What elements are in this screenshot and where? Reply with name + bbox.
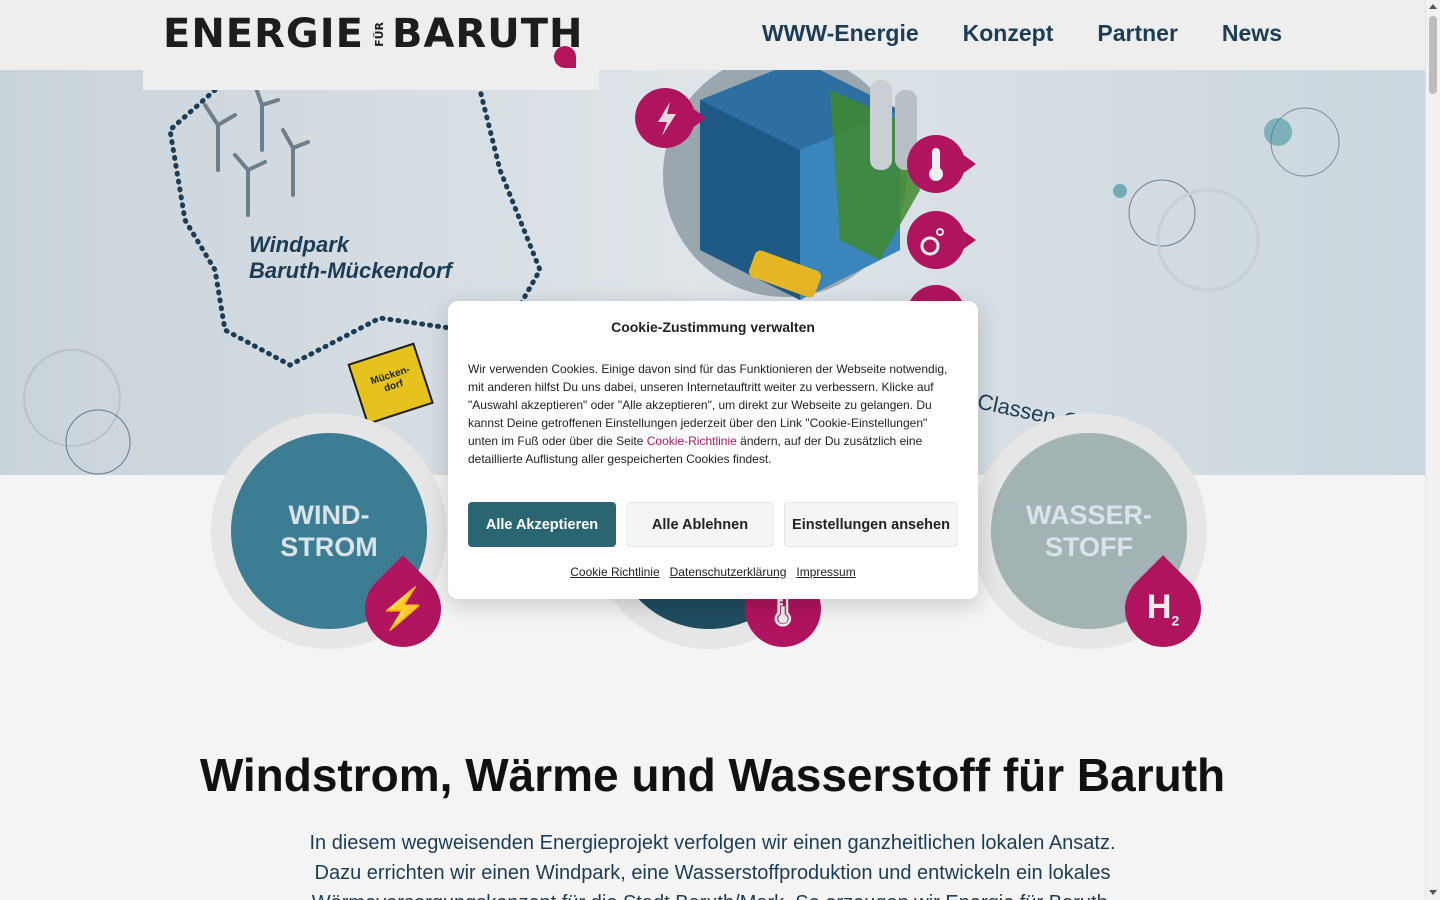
cookie-policy-inline-link[interactable]: Cookie-Richtlinie [647, 434, 737, 448]
windpark-label: Windpark Baruth-Mückendorf [249, 232, 452, 285]
scroll-up-arrow-icon[interactable] [1429, 4, 1437, 9]
logo-word-baruth: BARUTH [391, 11, 584, 57]
cookie-consent-dialog: Cookie-Zustimmung verwalten Wir verwende… [448, 301, 978, 599]
page-headline: Windstrom, Wärme und Wasserstoff für Bar… [199, 749, 1226, 801]
main-nav: WWW-Energie Konzept Partner News [762, 20, 1282, 47]
nav-item-partner[interactable]: Partner [1097, 20, 1178, 47]
logo-wordmark: ENERGIE FÜR BARUTH [163, 14, 583, 54]
windpark-label-line2: Baruth-Mückendorf [249, 258, 452, 284]
privacy-policy-link[interactable]: Datenschutzerklärung [670, 565, 787, 579]
windpark-label-line1: Windpark [249, 232, 350, 257]
accept-all-button[interactable]: Alle Akzeptieren [468, 502, 616, 547]
hydrogen-icon-subscript: 2 [1171, 612, 1180, 629]
scroll-thumb[interactable] [1429, 16, 1437, 94]
cookie-dialog-title: Cookie-Zustimmung verwalten [611, 319, 815, 335]
logo-drop-icon [554, 46, 576, 68]
scroll-down-arrow-icon[interactable] [1429, 890, 1437, 895]
card-windstrom-line2: STROM [280, 532, 378, 562]
cookie-dialog-text: Wir verwenden Cookies. Einige davon sind… [468, 360, 960, 468]
site-logo[interactable]: ENERGIE FÜR BARUTH [143, 0, 599, 90]
view-settings-button[interactable]: Einstellungen ansehen [784, 502, 958, 547]
page-scrollbar[interactable] [1425, 0, 1440, 900]
intro-text: In diesem wegweisenden Energieprojekt ve… [309, 832, 1116, 900]
imprint-link[interactable]: Impressum [796, 565, 855, 579]
cookie-dialog-links: Cookie Richtlinie Datenschutzerklärung I… [448, 565, 978, 579]
logo-word-energie: ENERGIE [163, 11, 364, 57]
card-windstrom-line1: WIND- [288, 499, 370, 530]
nav-item-konzept[interactable]: Konzept [963, 20, 1054, 47]
card-wasserstoff-line1: WASSER- [1025, 499, 1152, 530]
card-wasserstoff-line2: STOFF [1044, 532, 1133, 562]
hydrogen-icon-letter: H [1146, 588, 1172, 627]
deny-all-button[interactable]: Alle Ablehnen [626, 502, 774, 547]
logo-word-fuer: FÜR [372, 22, 388, 47]
cookie-policy-link[interactable]: Cookie Richtlinie [570, 565, 659, 579]
nav-item-www-energie[interactable]: WWW-Energie [762, 20, 919, 47]
nav-item-news[interactable]: News [1222, 20, 1282, 47]
logo-fuer-text: FÜR [372, 21, 386, 47]
